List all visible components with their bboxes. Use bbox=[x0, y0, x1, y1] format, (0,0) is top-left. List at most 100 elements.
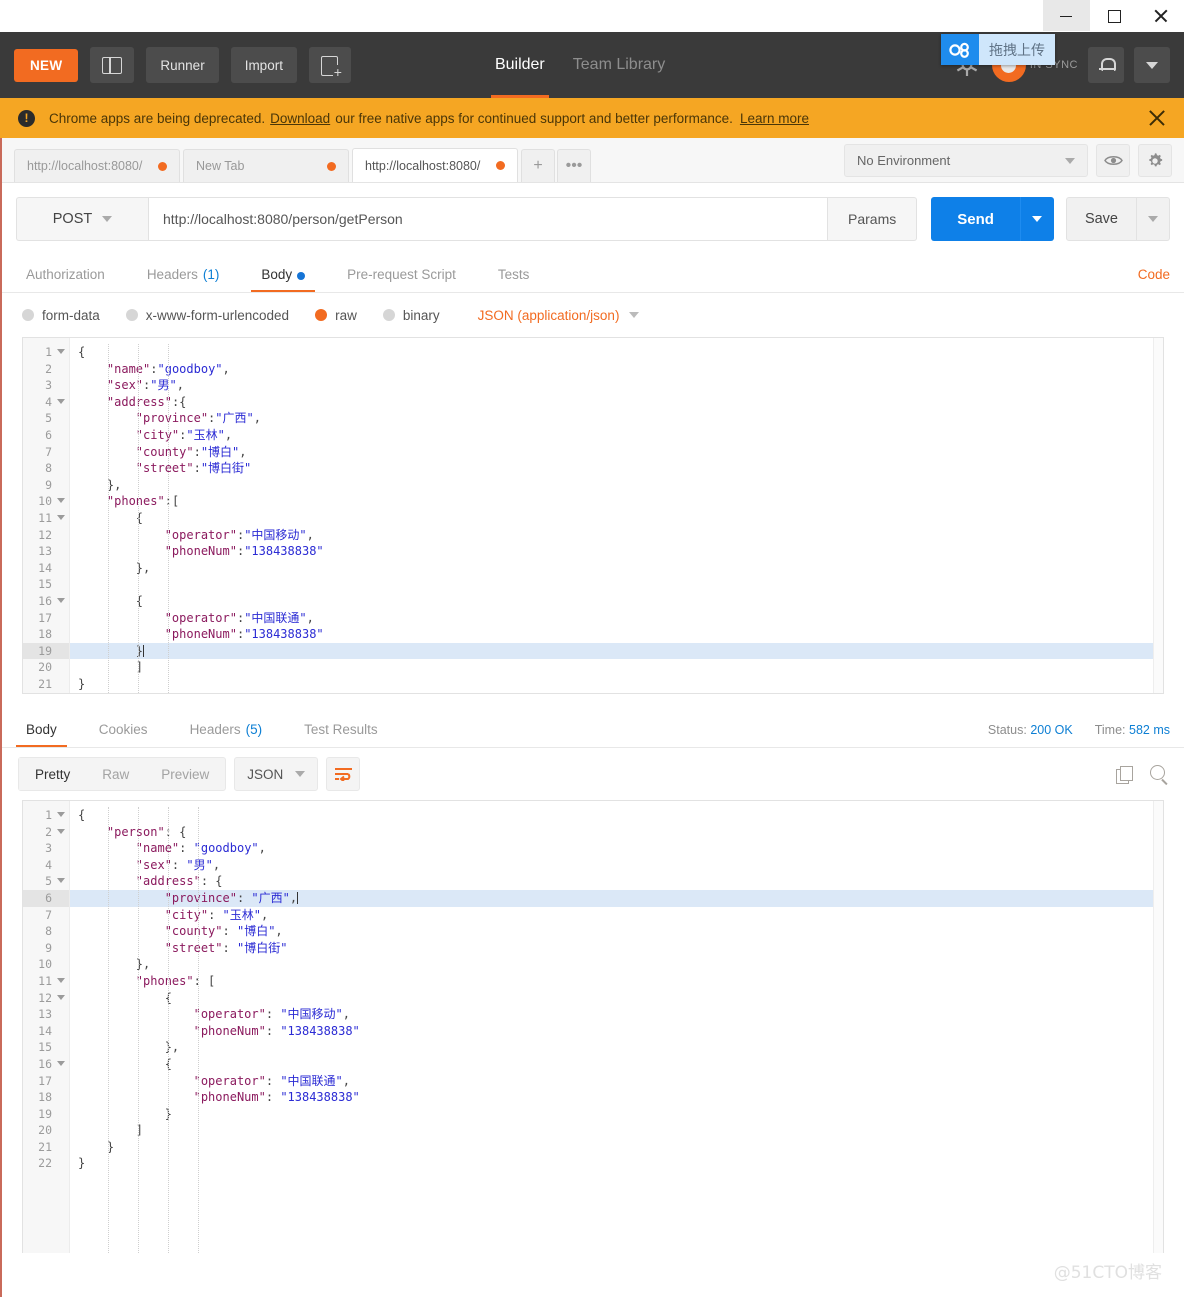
response-tab-headers[interactable]: Headers (5) bbox=[180, 722, 273, 747]
search-icon[interactable] bbox=[1150, 765, 1168, 783]
code-line[interactable]: } bbox=[70, 1139, 1163, 1156]
request-tab-3[interactable]: http://localhost:8080/ bbox=[352, 148, 518, 182]
gutter-line[interactable]: 8 bbox=[23, 460, 69, 477]
gutter-line[interactable]: 1 bbox=[23, 807, 69, 824]
notifications-button[interactable] bbox=[1088, 47, 1124, 83]
account-menu-button[interactable] bbox=[1134, 47, 1170, 83]
gutter-line[interactable]: 21 bbox=[23, 1139, 69, 1156]
gutter-line[interactable]: 3 bbox=[23, 840, 69, 857]
code-line[interactable]: { bbox=[70, 990, 1163, 1007]
code-line[interactable]: "phoneNum": "138438838" bbox=[70, 1023, 1163, 1040]
request-tab-1[interactable]: http://localhost:8080/ bbox=[14, 149, 180, 182]
response-tab-body[interactable]: Body bbox=[16, 722, 67, 747]
gutter-line[interactable]: 10 bbox=[23, 956, 69, 973]
gutter-line[interactable]: 20 bbox=[23, 659, 69, 676]
code-line[interactable]: { bbox=[70, 1056, 1163, 1073]
code-line[interactable]: { bbox=[70, 344, 1163, 361]
code-line[interactable]: "name": "goodboy", bbox=[70, 840, 1163, 857]
gutter-line[interactable]: 14 bbox=[23, 560, 69, 577]
code-line[interactable]: "address": { bbox=[70, 873, 1163, 890]
gutter-line[interactable]: 17 bbox=[23, 1073, 69, 1090]
save-options-button[interactable] bbox=[1137, 197, 1170, 241]
method-select[interactable]: POST bbox=[16, 197, 148, 241]
gutter-line[interactable]: 16 bbox=[23, 593, 69, 610]
toggle-sidebar-button[interactable] bbox=[90, 47, 135, 83]
gutter-line[interactable]: 7 bbox=[23, 907, 69, 924]
code-line[interactable]: "province":"广西", bbox=[70, 410, 1163, 427]
gutter-line[interactable]: 11 bbox=[23, 973, 69, 990]
gutter-line[interactable]: 13 bbox=[23, 543, 69, 560]
code-line[interactable]: "county": "博白", bbox=[70, 923, 1163, 940]
import-button[interactable]: Import bbox=[230, 47, 297, 83]
response-editor-scrollbar[interactable] bbox=[1153, 801, 1163, 1253]
response-tab-test-results[interactable]: Test Results bbox=[294, 722, 388, 747]
request-editor-code[interactable]: { "name":"goodboy", "sex":"男", "address"… bbox=[70, 338, 1163, 693]
code-line[interactable]: "phones": [ bbox=[70, 973, 1163, 990]
code-line[interactable]: "phoneNum":"138438838" bbox=[70, 626, 1163, 643]
code-line[interactable]: "operator":"中国联通", bbox=[70, 610, 1163, 627]
environment-quicklook-button[interactable] bbox=[1096, 144, 1130, 177]
code-line[interactable]: "operator":"中国移动", bbox=[70, 527, 1163, 544]
code-line[interactable]: "province": "广西", bbox=[70, 889, 1163, 907]
gutter-line[interactable]: 16 bbox=[23, 1056, 69, 1073]
code-line[interactable]: "sex": "男", bbox=[70, 857, 1163, 874]
radio-binary[interactable]: binary bbox=[382, 308, 440, 323]
code-line[interactable]: { bbox=[70, 593, 1163, 610]
fold-arrow-icon[interactable] bbox=[57, 994, 65, 1000]
gutter-line[interactable]: 4 bbox=[23, 857, 69, 874]
code-line[interactable]: "street":"博白街" bbox=[70, 460, 1163, 477]
environment-settings-button[interactable] bbox=[1138, 144, 1172, 177]
gutter-line[interactable]: 19 bbox=[23, 642, 69, 660]
code-line[interactable]: "address":{ bbox=[70, 394, 1163, 411]
gutter-line[interactable]: 1 bbox=[23, 344, 69, 361]
gutter-line[interactable]: 4 bbox=[23, 394, 69, 411]
gutter-line[interactable]: 12 bbox=[23, 990, 69, 1007]
gutter-line[interactable]: 13 bbox=[23, 1006, 69, 1023]
word-wrap-button[interactable] bbox=[326, 757, 361, 791]
code-line[interactable]: }, bbox=[70, 477, 1163, 494]
new-window-button[interactable] bbox=[308, 47, 351, 83]
radio-raw[interactable]: raw bbox=[315, 308, 357, 323]
code-line[interactable]: "phoneNum": "138438838" bbox=[70, 1089, 1163, 1106]
code-line[interactable]: "sex":"男", bbox=[70, 377, 1163, 394]
view-mode-preview[interactable]: Preview bbox=[145, 758, 225, 790]
banner-download-link[interactable]: Download bbox=[270, 111, 330, 126]
window-maximize-button[interactable] bbox=[1090, 0, 1137, 31]
code-line[interactable]: "street": "博白街" bbox=[70, 940, 1163, 957]
code-line[interactable]: { bbox=[70, 807, 1163, 824]
code-line[interactable]: }, bbox=[70, 956, 1163, 973]
window-close-button[interactable] bbox=[1137, 0, 1184, 31]
code-line[interactable]: "city":"玉林", bbox=[70, 427, 1163, 444]
response-format-select[interactable]: JSON bbox=[234, 757, 319, 791]
tab-body[interactable]: Body bbox=[251, 267, 315, 292]
params-button[interactable]: Params bbox=[828, 197, 918, 241]
code-line[interactable]: ] bbox=[70, 1122, 1163, 1139]
request-editor-scrollbar[interactable] bbox=[1153, 338, 1163, 693]
code-line[interactable]: "county":"博白", bbox=[70, 444, 1163, 461]
gutter-line[interactable]: 11 bbox=[23, 510, 69, 527]
fold-arrow-icon[interactable] bbox=[57, 1060, 65, 1066]
gutter-line[interactable]: 20 bbox=[23, 1122, 69, 1139]
save-button[interactable]: Save bbox=[1065, 197, 1137, 241]
fold-arrow-icon[interactable] bbox=[57, 498, 65, 504]
code-line[interactable] bbox=[70, 576, 1163, 593]
radio-form-data[interactable]: form-data bbox=[22, 308, 100, 323]
code-line[interactable]: }, bbox=[70, 560, 1163, 577]
gutter-line[interactable]: 7 bbox=[23, 444, 69, 461]
gutter-line[interactable]: 10 bbox=[23, 493, 69, 510]
code-line[interactable]: "city": "玉林", bbox=[70, 907, 1163, 924]
gutter-line[interactable]: 17 bbox=[23, 610, 69, 627]
copy-icon[interactable] bbox=[1116, 765, 1133, 784]
send-button[interactable]: Send bbox=[931, 197, 1020, 241]
code-line[interactable]: } bbox=[70, 642, 1163, 660]
tab-builder[interactable]: Builder bbox=[481, 32, 559, 98]
fold-arrow-icon[interactable] bbox=[57, 349, 65, 354]
url-input[interactable]: http://localhost:8080/person/getPerson bbox=[148, 197, 829, 241]
gutter-line[interactable]: 15 bbox=[23, 576, 69, 593]
runner-button[interactable]: Runner bbox=[146, 47, 219, 83]
tab-tests[interactable]: Tests bbox=[488, 267, 540, 292]
tab-team-library[interactable]: Team Library bbox=[559, 32, 679, 98]
gutter-line[interactable]: 18 bbox=[23, 1089, 69, 1106]
tab-authorization[interactable]: Authorization bbox=[16, 267, 115, 292]
code-line[interactable]: "person": { bbox=[70, 824, 1163, 841]
